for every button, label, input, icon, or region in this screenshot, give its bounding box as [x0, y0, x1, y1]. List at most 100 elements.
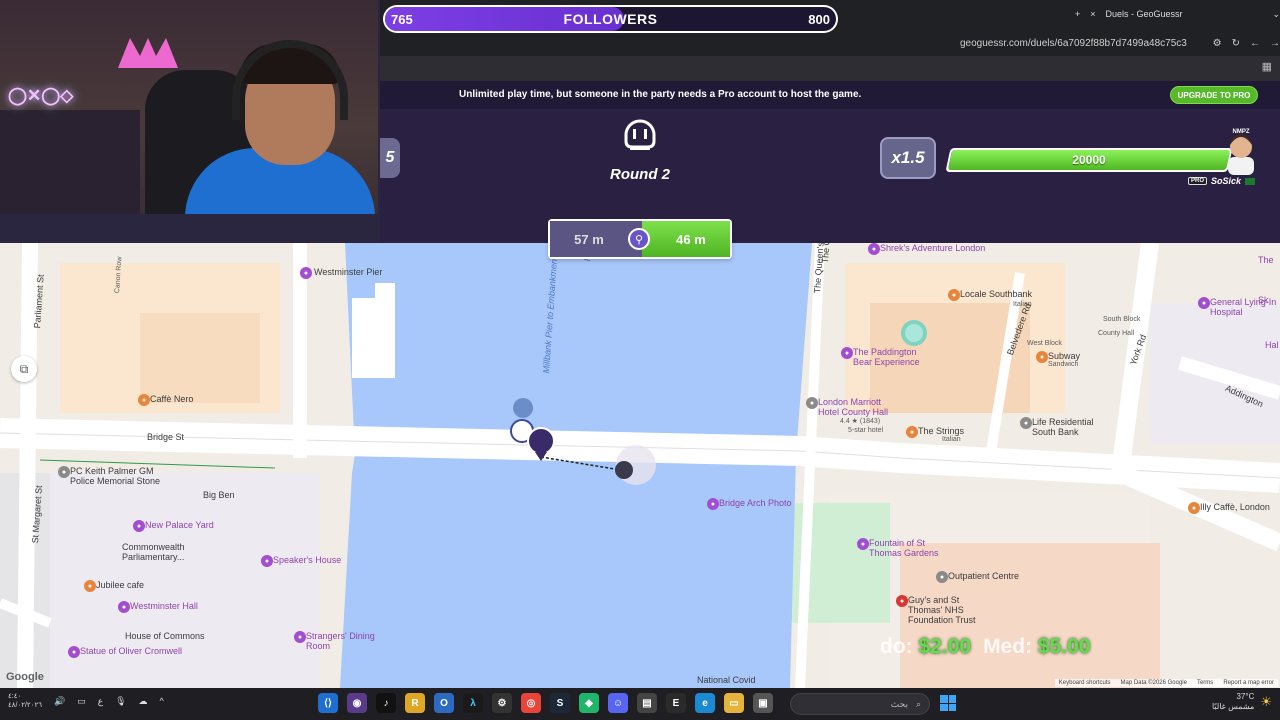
chevron-down-icon[interactable]: ⌄ — [1272, 9, 1280, 20]
new-tab-button[interactable]: + — [1075, 9, 1080, 19]
map-label[interactable]: New Palace Yard — [145, 520, 214, 530]
tab-title[interactable]: Duels - GeoGuessr — [1106, 9, 1263, 19]
vscode-icon[interactable]: ⟨⟩ — [318, 693, 338, 713]
edge-icon[interactable]: e — [695, 693, 715, 713]
place-pin-icon[interactable]: ● — [841, 347, 853, 359]
map-label[interactable]: Guy's and St Thomas' NHS Foundation Trus… — [908, 595, 978, 625]
place-pin-icon[interactable]: ● — [84, 580, 96, 592]
place-pin-icon[interactable]: ● — [1036, 351, 1048, 363]
steam-icon[interactable]: S — [550, 693, 570, 713]
map-label[interactable]: County Hall — [1098, 330, 1134, 337]
map-label[interactable]: Jubilee cafe — [96, 580, 144, 590]
place-pin-icon[interactable]: ● — [68, 646, 80, 658]
map-label[interactable]: 4.4 ★ (1843) — [840, 417, 880, 425]
map-label[interactable]: House of Commons — [125, 631, 205, 641]
place-pin-icon[interactable]: ● — [896, 595, 908, 607]
place-pin-icon[interactable]: ● — [294, 631, 306, 643]
map-label[interactable]: Locale Southbank — [960, 289, 1032, 299]
discord-icon[interactable]: ☺ — [608, 693, 628, 713]
place-pin-icon[interactable]: ● — [868, 243, 880, 255]
map-label[interactable]: National Covid — [697, 675, 756, 685]
chevron-up-icon[interactable]: ^ — [160, 696, 164, 706]
chrome-icon[interactable]: ◎ — [521, 693, 541, 713]
map-label[interactable]: Bridge Arch Photo — [719, 498, 799, 508]
place-pin-icon[interactable]: ● — [58, 466, 70, 478]
map-label[interactable]: Westminster Hall — [130, 601, 198, 611]
map-label[interactable]: PC Keith Palmer GM Police Memorial Stone — [70, 466, 180, 486]
epic-games-icon[interactable]: E — [666, 693, 686, 713]
place-pin-icon[interactable]: ● — [133, 520, 145, 532]
map-label[interactable]: Caffè Nero — [150, 394, 193, 404]
network-icon[interactable]: ▭ — [77, 696, 86, 707]
terminal-icon[interactable]: λ — [463, 693, 483, 713]
map-label[interactable]: Bridge St — [147, 432, 184, 442]
map-label[interactable]: Shrek's Adventure London — [880, 243, 985, 253]
place-pin-icon[interactable]: ● — [857, 538, 869, 550]
cloud-icon[interactable]: ☁ — [139, 696, 148, 707]
map-label[interactable]: Outpatient Centre — [948, 571, 1019, 581]
place-pin-icon[interactable]: ● — [138, 394, 150, 406]
volume-icon[interactable]: 🔊 — [54, 696, 65, 707]
extensions-icon[interactable]: ▦ — [1262, 60, 1272, 73]
place-pin-icon[interactable]: ● — [707, 498, 719, 510]
place-pin-icon[interactable]: ● — [261, 555, 273, 567]
map-label[interactable]: Illy Caffè, London — [1200, 502, 1270, 512]
map-layers-button[interactable]: ⧉ — [11, 356, 37, 382]
map-label[interactable]: Westminster Pier — [314, 267, 394, 277]
map-label[interactable]: Hal — [1265, 340, 1279, 350]
language-indicator[interactable]: ع — [98, 696, 103, 707]
map-label[interactable]: Life Residential South Bank — [1032, 417, 1112, 437]
url-text[interactable]: geoguessr.com/duels/6a7092f88b7d7499a48c… — [960, 38, 1203, 49]
calculator-icon[interactable]: ▤ — [637, 693, 657, 713]
settings-icon[interactable]: ⚙ — [492, 693, 512, 713]
map-label[interactable]: West Block — [1027, 340, 1062, 347]
place-pin-icon[interactable]: ● — [948, 289, 960, 301]
place-pin-icon[interactable]: ● — [806, 397, 818, 409]
place-pin-icon[interactable]: ● — [300, 267, 312, 279]
close-tab-icon[interactable]: × — [1090, 9, 1095, 19]
weather-widget[interactable]: 37°C مشمس غالبًا ☀ — [1212, 692, 1272, 712]
map-label[interactable]: Big Ben — [203, 490, 235, 500]
reload-icon[interactable]: ↻ — [1232, 38, 1240, 49]
map-label[interactable]: London Marriott Hotel County Hall — [818, 397, 898, 417]
map-label[interactable]: The Strings — [918, 426, 964, 436]
place-pin-icon[interactable]: ● — [936, 571, 948, 583]
address-bar[interactable]: geoguessr.com/duels/6a7092f88b7d7499a48c… — [960, 34, 1280, 52]
map-label[interactable]: Sandwich — [1048, 361, 1078, 368]
microphone-icon[interactable]: 🎙 — [115, 696, 126, 707]
start-button[interactable] — [940, 695, 956, 711]
map-label[interactable]: South Block — [1103, 316, 1140, 323]
obs-icon[interactable]: ◉ — [347, 693, 367, 713]
upgrade-button[interactable]: UPGRADE TO PRO — [1170, 86, 1258, 104]
clock[interactable]: ٤:٤٠ ٤٨/٠٢/٢٠٢٦ — [8, 692, 42, 710]
map-label[interactable]: Strangers' Dining Room — [306, 631, 386, 651]
place-pin-icon[interactable]: ● — [1198, 297, 1210, 309]
map-label[interactable]: Speaker's House — [273, 555, 341, 565]
map-label[interactable]: Statue of Oliver Cromwell — [80, 646, 182, 656]
map-label[interactable]: Fountain of St Thomas Gardens — [869, 538, 949, 558]
app-r-icon[interactable]: R — [405, 693, 425, 713]
place-pin-icon[interactable]: ● — [1188, 502, 1200, 514]
store-icon[interactable]: ▣ — [753, 693, 773, 713]
map-label[interactable]: Commonwealth Parliamentary... — [122, 542, 202, 562]
tune-icon[interactable]: ⚙ — [1213, 38, 1222, 49]
map-label[interactable]: Sk — [1258, 295, 1269, 305]
map-label[interactable]: The Paddington Bear Experience — [853, 347, 933, 367]
file-explorer-icon[interactable]: ▭ — [724, 693, 744, 713]
map-label[interactable]: General Lying-In Hospital — [1210, 297, 1280, 317]
place-pin-icon[interactable]: ● — [906, 426, 918, 438]
keyboard-shortcuts-link[interactable]: Keyboard shortcuts — [1059, 680, 1111, 686]
place-pin-icon[interactable]: ● — [118, 601, 130, 613]
forward-icon[interactable]: → — [1270, 38, 1280, 49]
back-icon[interactable]: ← — [1250, 38, 1260, 49]
map-view[interactable]: ⧉ Westminster Pier ● Millbank Pier to Emba… — [0, 243, 1280, 688]
map-label[interactable]: Italian — [942, 436, 961, 443]
taskbar-search[interactable]: بحث ⌕ — [790, 693, 930, 715]
map-label[interactable]: Subway — [1048, 351, 1080, 361]
map-label[interactable]: 5-star hotel — [848, 427, 883, 434]
outlook-icon[interactable]: O — [434, 693, 454, 713]
chat-app-icon[interactable]: ◆ — [579, 693, 599, 713]
place-pin-icon[interactable]: ● — [1020, 417, 1032, 429]
map-label[interactable]: The — [1258, 255, 1274, 265]
tiktok-icon[interactable]: ♪ — [376, 693, 396, 713]
